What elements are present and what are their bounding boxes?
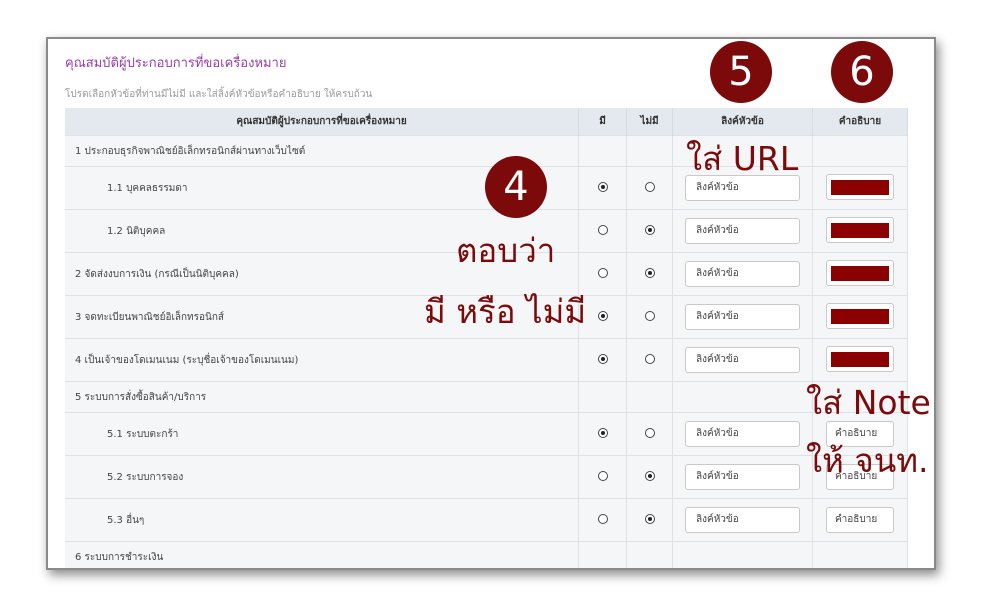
table-row: 5.3 อื่นๆ ลิงค์หัวข้อ คำอธิบาย (65, 498, 909, 542)
radio-cell-no (626, 166, 674, 210)
radio-no[interactable] (644, 267, 655, 278)
redaction-block (830, 265, 889, 281)
description-cell (812, 166, 909, 210)
column-header-topic: คุณสมบัติผู้ประกอบการที่ขอเครื่องหมาย (65, 108, 580, 136)
step-marker-6: 6 (831, 41, 893, 103)
empty-cell (578, 541, 628, 568)
row-label: 5.3 อื่นๆ (65, 498, 580, 542)
link-cell: ลิงค์หัวข้อ (672, 412, 813, 456)
radio-cell-yes (578, 338, 628, 382)
radio-cell-yes (578, 209, 628, 253)
link-cell: ลิงค์หัวข้อ (672, 455, 813, 499)
radio-cell-no (626, 455, 674, 499)
radio-yes[interactable] (597, 310, 608, 321)
radio-cell-yes (578, 166, 628, 210)
description-cell (812, 295, 909, 339)
link-cell: ลิงค์หัวข้อ (672, 498, 813, 542)
radio-no[interactable] (644, 513, 655, 524)
step-marker-5: 5 (710, 41, 772, 103)
link-cell: ลิงค์หัวข้อ (672, 295, 813, 339)
empty-cell (672, 541, 813, 568)
description-input[interactable] (825, 216, 894, 243)
description-input[interactable] (825, 302, 894, 329)
empty-cell (578, 381, 628, 413)
radio-yes[interactable] (597, 513, 608, 524)
table-row: 5.2 ระบบการจอง ลิงค์หัวข้อ คำอธิบาย (65, 455, 909, 499)
description-cell (812, 209, 909, 253)
empty-cell (812, 541, 909, 568)
radio-no[interactable] (644, 427, 655, 438)
radio-yes[interactable] (597, 470, 608, 481)
section-row: 6 ระบบการชำระเงิน (65, 541, 909, 568)
radio-no[interactable] (644, 353, 655, 364)
link-input[interactable]: ลิงค์หัวข้อ (685, 304, 800, 330)
description-cell (812, 252, 909, 296)
section-row: 5 ระบบการสั่งซื้อสินค้า/บริการ (65, 381, 909, 413)
link-input[interactable]: ลิงค์หัวข้อ (685, 261, 800, 287)
redaction-block (830, 308, 889, 324)
row-label: 6 ระบบการชำระเงิน (65, 541, 580, 568)
description-input[interactable] (825, 173, 894, 200)
description-input[interactable] (825, 259, 894, 286)
link-input[interactable]: ลิงค์หัวข้อ (685, 421, 800, 447)
radio-yes[interactable] (597, 427, 608, 438)
radio-cell-no (626, 252, 674, 296)
redaction-block (830, 351, 889, 367)
redaction-block (830, 222, 889, 238)
empty-cell (578, 135, 628, 167)
description-input[interactable]: คำอธิบาย (825, 507, 894, 533)
step-marker-4: 4 (485, 156, 547, 218)
empty-cell (626, 541, 674, 568)
form-subtitle: โปรดเลือกหัวข้อที่ท่านมีไม่มี และใส่ลิ้ง… (65, 89, 373, 100)
radio-no[interactable] (644, 470, 655, 481)
link-input[interactable]: ลิงค์หัวข้อ (685, 218, 800, 244)
annotation-answer-line1: ตอบว่า (456, 231, 556, 270)
column-header-yes: มี (578, 108, 628, 136)
radio-cell-no (626, 498, 674, 542)
link-input[interactable]: ลิงค์หัวข้อ (685, 347, 800, 373)
row-label: 5 ระบบการสั่งซื้อสินค้า/บริการ (65, 381, 580, 413)
radio-yes[interactable] (597, 181, 608, 192)
row-label: 5.2 ระบบการจอง (65, 455, 580, 499)
redaction-block (830, 179, 889, 195)
radio-cell-no (626, 412, 674, 456)
radio-cell-yes (578, 498, 628, 542)
column-header-description: คำอธิบาย (812, 108, 909, 136)
radio-cell-no (626, 209, 674, 253)
table-row: 4 เป็นเจ้าของโดเมนเนม (ระบุชื่อเจ้าของโด… (65, 338, 909, 382)
link-cell: ลิงค์หัวข้อ (672, 209, 813, 253)
row-label: 4 เป็นเจ้าของโดเมนเนม (ระบุชื่อเจ้าของโด… (65, 338, 580, 382)
link-input[interactable]: ลิงค์หัวข้อ (685, 507, 800, 533)
empty-cell (626, 135, 674, 167)
radio-cell-yes (578, 412, 628, 456)
link-cell: ลิงค์หัวข้อ (672, 252, 813, 296)
column-header-no: ไม่มี (626, 108, 674, 136)
radio-no[interactable] (644, 181, 655, 192)
radio-yes[interactable] (597, 353, 608, 364)
description-input[interactable] (825, 345, 894, 372)
annotation-note-line1: ใส่ Note (806, 383, 931, 422)
annotation-answer-line2: มี หรือ ไม่มี (424, 292, 587, 331)
radio-no[interactable] (644, 310, 655, 321)
radio-cell-no (626, 338, 674, 382)
table-row: 5.1 ระบบตะกร้า ลิงค์หัวข้อ คำอธิบาย (65, 412, 909, 456)
empty-cell (812, 135, 909, 167)
link-cell: ลิงค์หัวข้อ (672, 338, 813, 382)
annotation-note-line2: ให้ จนท. (806, 441, 929, 480)
radio-yes[interactable] (597, 267, 608, 278)
empty-cell (672, 381, 813, 413)
row-label: 5.1 ระบบตะกร้า (65, 412, 580, 456)
link-input[interactable]: ลิงค์หัวข้อ (685, 464, 800, 490)
description-cell: คำอธิบาย (812, 498, 909, 542)
radio-no[interactable] (644, 224, 655, 235)
annotation-url: ใส่ URL (686, 139, 799, 178)
form-title: คุณสมบัติผู้ประกอบการที่ขอเครื่องหมาย (65, 56, 287, 71)
radio-cell-yes (578, 455, 628, 499)
radio-cell-no (626, 295, 674, 339)
empty-cell (626, 381, 674, 413)
radio-yes[interactable] (597, 224, 608, 235)
